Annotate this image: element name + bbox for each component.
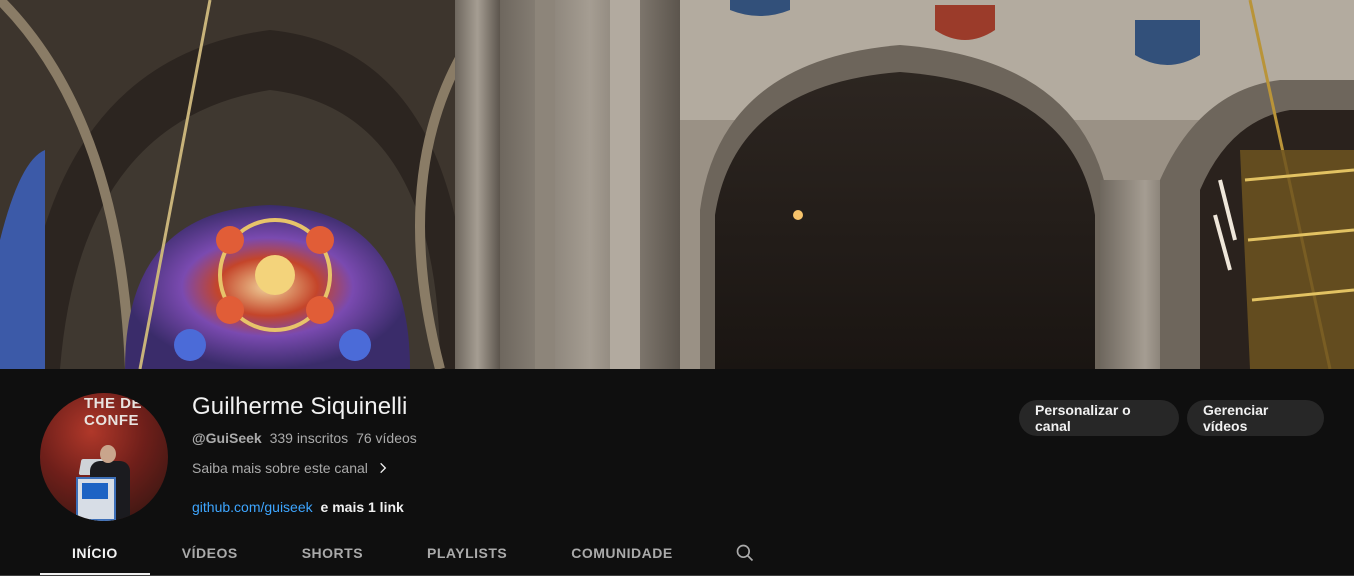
github-link[interactable]: github.com/guiseek xyxy=(192,499,313,515)
channel-search-button[interactable] xyxy=(705,529,785,576)
channel-name: Guilherme Siquinelli xyxy=(192,393,408,420)
avatar-overlay-text: THE DE CONFE xyxy=(84,395,143,429)
about-channel-label: Saiba mais sobre este canal xyxy=(192,460,368,476)
channel-links: github.com/guiseek e mais 1 link xyxy=(192,499,404,515)
tab-videos[interactable]: VÍDEOS xyxy=(150,529,270,576)
more-links[interactable]: e mais 1 link xyxy=(321,499,404,515)
tab-playlists[interactable]: PLAYLISTS xyxy=(395,529,539,576)
video-count: 76 vídeos xyxy=(356,430,417,446)
tab-home[interactable]: INÍCIO xyxy=(40,529,150,576)
subscriber-count: 339 inscritos xyxy=(269,430,349,446)
search-icon xyxy=(736,544,753,561)
person-head-graphic xyxy=(100,445,116,463)
manage-videos-button[interactable]: Gerenciar vídeos xyxy=(1187,400,1324,436)
channel-header: THE DE CONFE Guilherme Siquinelli @GuiSe… xyxy=(0,369,1354,576)
channel-handle: @GuiSeek xyxy=(192,430,262,446)
channel-meta: @GuiSeek 339 inscritos 76 vídeos xyxy=(192,430,421,446)
tab-community[interactable]: COMUNIDADE xyxy=(539,529,704,576)
podium-screen-graphic xyxy=(82,483,108,499)
customize-channel-button[interactable]: Personalizar o canal xyxy=(1019,400,1179,436)
banner-image xyxy=(0,0,1354,369)
channel-tabs: INÍCIO VÍDEOS SHORTS PLAYLISTS COMUNIDAD… xyxy=(40,529,785,576)
about-channel-link[interactable]: Saiba mais sobre este canal xyxy=(192,460,390,476)
tab-shorts[interactable]: SHORTS xyxy=(270,529,395,576)
chevron-right-icon xyxy=(380,462,387,474)
channel-avatar[interactable]: THE DE CONFE xyxy=(40,393,168,521)
channel-banner xyxy=(0,0,1354,369)
